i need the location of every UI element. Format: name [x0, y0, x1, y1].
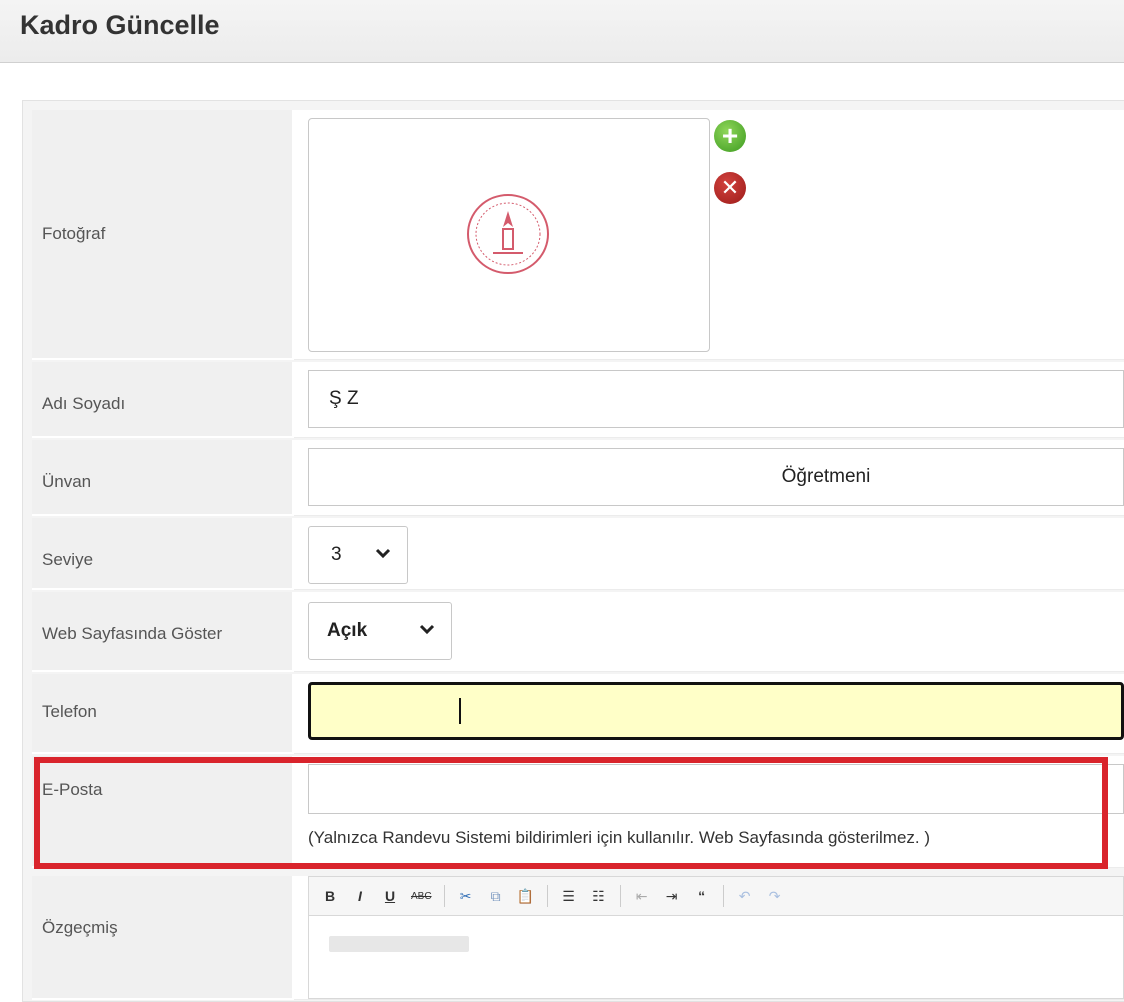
- numbered-list-icon[interactable]: ☷: [590, 888, 608, 905]
- remove-photo-icon[interactable]: ✕: [714, 172, 746, 204]
- strike-button[interactable]: ABC: [411, 891, 432, 902]
- undo-icon[interactable]: ↶: [736, 888, 754, 905]
- text-cursor: [459, 698, 461, 724]
- name-label: Adı Soyadı: [42, 394, 126, 413]
- cv-editor[interactable]: [308, 916, 1124, 999]
- italic-button[interactable]: I: [351, 888, 369, 904]
- title-label: Ünvan: [42, 472, 92, 491]
- level-label: Seviye: [42, 550, 94, 569]
- page-title: Kadro Güncelle: [20, 10, 220, 40]
- name-row: Adı Soyadı Ş Z: [32, 362, 1124, 438]
- indent-icon[interactable]: ⇥: [663, 888, 681, 905]
- outdent-icon[interactable]: ⇤: [633, 888, 651, 905]
- web-show-label: Web Sayfasında Göster: [42, 624, 223, 643]
- quote-icon[interactable]: “: [693, 888, 711, 904]
- photo-label: Fotoğraf: [42, 224, 106, 243]
- phone-row: Telefon: [32, 674, 1124, 754]
- chevron-down-icon: [419, 624, 435, 635]
- photo-preview[interactable]: [308, 118, 710, 352]
- name-input[interactable]: Ş Z: [308, 370, 1124, 428]
- highlight-annotation: [34, 757, 1108, 869]
- copy-icon[interactable]: ⧉: [487, 888, 505, 905]
- bullet-list-icon[interactable]: ☰: [560, 888, 578, 905]
- page-header: Kadro Güncelle: [0, 0, 1124, 63]
- title-input[interactable]: Öğretmeni: [308, 448, 1124, 506]
- bold-button[interactable]: B: [321, 888, 339, 904]
- underline-button[interactable]: U: [381, 888, 399, 904]
- web-show-row: Web Sayfasında Göster Açık: [32, 592, 1124, 672]
- cut-icon[interactable]: ✂: [457, 888, 475, 905]
- editor-toolbar: B I U ABC ✂ ⧉ 📋 ☰ ☷ ⇤ ⇥ “ ↶ ↷: [308, 876, 1124, 916]
- add-photo-icon[interactable]: +: [714, 120, 746, 152]
- seal-logo-icon: [467, 194, 549, 274]
- redo-icon[interactable]: ↷: [766, 888, 784, 905]
- phone-label: Telefon: [42, 702, 97, 721]
- photo-row: Fotoğraf + ✕: [32, 110, 1124, 360]
- level-row: Seviye 3: [32, 518, 1124, 590]
- web-show-select[interactable]: Açık: [308, 602, 452, 660]
- title-row: Ünvan Öğretmeni: [32, 440, 1124, 516]
- cv-label: Özgeçmiş: [42, 918, 118, 937]
- paste-icon[interactable]: 📋: [517, 888, 535, 905]
- redacted-text: [329, 936, 469, 952]
- level-select[interactable]: 3: [308, 526, 408, 584]
- cv-row: Özgeçmiş B I U ABC ✂ ⧉ 📋 ☰ ☷ ⇤ ⇥ “ ↶ ↷: [32, 876, 1124, 1000]
- phone-input[interactable]: [308, 682, 1124, 740]
- chevron-down-icon: [375, 548, 391, 559]
